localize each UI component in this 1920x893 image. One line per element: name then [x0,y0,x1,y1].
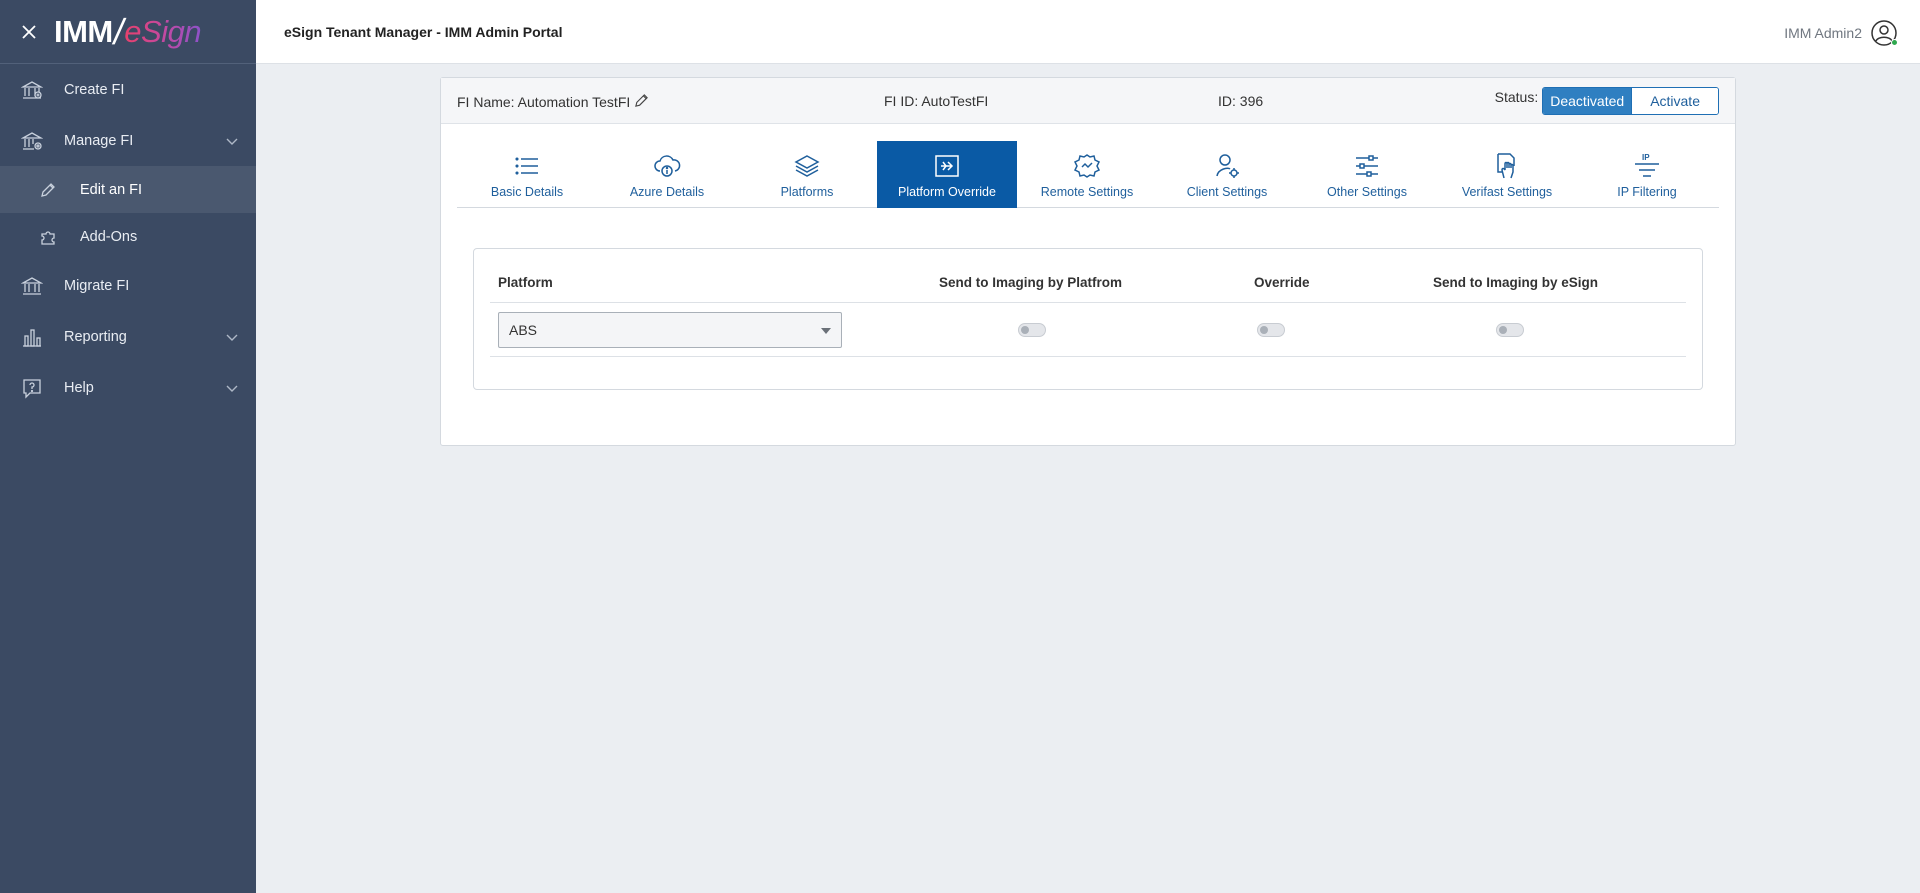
bank-migrate-icon [20,274,44,298]
fi-card-header: FI Name: Automation TestFI FI ID: AutoTe… [441,78,1735,124]
tab-other-settings[interactable]: Other Settings [1297,141,1437,208]
toggle-knob [1021,326,1029,334]
sidebar-item-label: Manage FI [64,132,134,149]
column-header-send-platform: Send to Imaging by Platfrom [939,275,1123,290]
tab-label: Platforms [780,185,834,199]
tab-azure-details[interactable]: Azure Details [597,141,737,208]
brand-logo-imm: IMM [54,13,113,49]
tab-client-settings[interactable]: Client Settings [1157,141,1297,208]
fi-id: FI ID: AutoTestFI [884,93,989,109]
hand-document-icon [1492,151,1522,181]
tab-label: Azure Details [629,185,705,199]
column-header-platform: Platform [498,275,553,290]
sidebar-item-label: Help [64,379,94,396]
sliders-icon [1352,151,1382,181]
fi-name-text: FI Name: Automation TestFI [457,94,631,110]
bar-chart-icon [20,325,44,349]
toggle-knob [1260,326,1268,334]
tab-label: Client Settings [1186,185,1268,199]
sidebar-item-migrate-fi[interactable]: Migrate FI [0,260,256,311]
brand-logo-esign: eSign [124,13,202,49]
deactivated-button[interactable]: Deactivated [1543,88,1632,114]
online-status-dot [1891,39,1898,46]
sidebar-item-help[interactable]: Help [0,362,256,413]
status-group: Status: Deactivated Activate [1495,87,1719,115]
ip-filter-icon: IP [1632,151,1662,181]
chevron-down-icon [226,381,238,397]
platform-override-panel: Platform Send to Imaging by Platfrom Ove… [473,248,1703,390]
column-header-send-esign: Send to Imaging by eSign [1433,275,1599,290]
send-to-imaging-platform-toggle[interactable] [1018,323,1046,337]
help-icon [20,376,44,400]
svg-text:IP: IP [1642,153,1650,162]
status-toggle: Deactivated Activate [1542,87,1719,115]
sidebar-item-edit-fi[interactable]: Edit an FI [0,166,256,213]
sidebar-item-label: Reporting [64,328,127,345]
bank-settings-icon [20,129,44,153]
tab-label: Verifast Settings [1461,185,1553,199]
tab-verifast-settings[interactable]: Verifast Settings [1437,141,1577,208]
platform-select-value: ABS [509,322,538,338]
top-bar: eSign Tenant Manager - IMM Admin Portal … [256,0,1920,64]
sidebar-item-add-ons[interactable]: Add-Ons [0,213,256,260]
sidebar-item-reporting[interactable]: Reporting [0,311,256,362]
tab-platform-override[interactable]: Platform Override [877,141,1017,208]
brand-bar: IMM / eSign [0,0,256,64]
tab-label: IP Filtering [1617,185,1677,199]
sidebar-item-create-fi[interactable]: Create FI [0,64,256,115]
toggle-knob [1499,326,1507,334]
tab-label: Platform Override [898,185,996,199]
fi-card: FI Name: Automation TestFI FI ID: AutoTe… [440,77,1736,446]
tab-remote-settings[interactable]: Remote Settings [1017,141,1157,208]
tab-label: Remote Settings [1040,185,1134,199]
platform-select[interactable]: ABS [498,312,842,348]
edit-pencil-icon[interactable] [634,93,649,111]
settings-tabs: Basic Details Azure Details Platforms Pl… [457,141,1719,208]
chevron-down-icon [226,134,238,150]
sidebar-item-label: Create FI [64,81,125,98]
tab-label: Other Settings [1327,185,1407,199]
pencil-icon [38,180,58,200]
user-menu[interactable]: IMM Admin2 [1784,19,1898,47]
cloud-info-icon [652,151,682,181]
tab-ip-filtering[interactable]: IP IP Filtering [1577,141,1717,208]
page-title: eSign Tenant Manager - IMM Admin Portal [284,23,563,40]
tab-label: Basic Details [490,185,564,199]
column-header-override: Override [1254,275,1310,290]
sidebar: IMM / eSign Create FI Manage FI Edit an FI [0,0,256,893]
brand-logo[interactable]: IMM / eSign [54,11,202,53]
bank-icon [20,78,44,102]
remote-gear-icon [1072,151,1102,181]
puzzle-icon [38,227,58,247]
activate-button[interactable]: Activate [1631,88,1718,114]
sidebar-item-manage-fi[interactable]: Manage FI [0,115,256,166]
send-to-imaging-esign-toggle[interactable] [1496,323,1524,337]
table-header: Platform Send to Imaging by Platfrom Ove… [490,267,1686,303]
user-gear-icon [1212,151,1242,181]
sidebar-nav: Create FI Manage FI Edit an FI Add-Ons M… [0,64,256,413]
status-label: Status: [1494,89,1539,105]
user-avatar-icon [1870,19,1898,47]
list-icon [512,151,542,181]
close-icon[interactable] [18,21,40,43]
fi-numeric-id: ID: 396 [1218,93,1264,109]
tab-platforms[interactable]: Platforms [737,141,877,208]
chevron-down-icon [821,328,831,334]
sidebar-item-label: Migrate FI [64,277,130,294]
sidebar-item-label: Add-Ons [80,228,138,245]
chevron-down-icon [226,330,238,346]
layers-icon [792,151,822,181]
override-arrow-icon [932,151,962,181]
user-name: IMM Admin2 [1784,25,1862,41]
sidebar-item-label: Edit an FI [80,181,143,198]
tab-basic-details[interactable]: Basic Details [457,141,597,208]
override-toggle[interactable] [1257,323,1285,337]
table-row: ABS [490,303,1686,357]
fi-name: FI Name: Automation TestFI [457,93,649,111]
